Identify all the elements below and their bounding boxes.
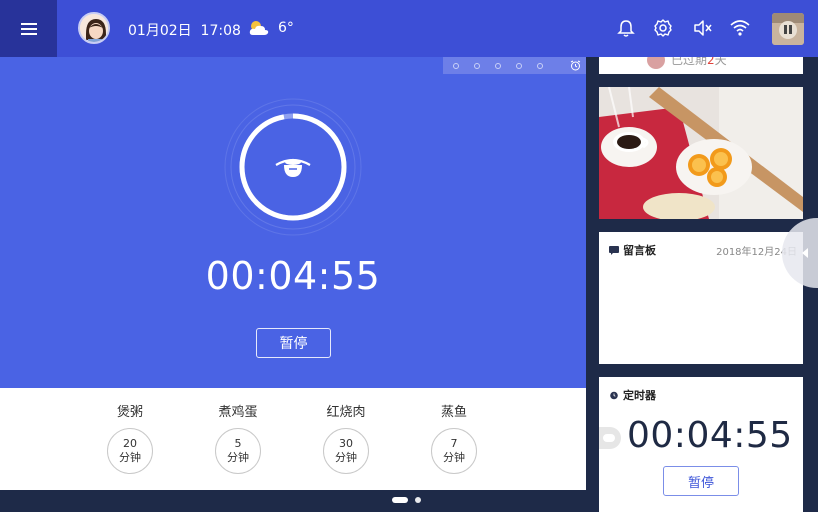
reminder-expired-text: 已过期2天 [671, 57, 727, 68]
gear-icon[interactable] [652, 17, 674, 39]
cloud-sun-icon [249, 21, 269, 35]
preset-minutes: 7 [450, 437, 458, 450]
preset-unit: 分钟 [443, 451, 465, 464]
alarm-dots-strip[interactable] [443, 57, 586, 74]
top-bar: 01月02日 17:08 6° [0, 0, 818, 57]
preset-boiled-egg[interactable]: 煮鸡蛋 5 分钟 [203, 404, 273, 474]
alarm-clock-icon [570, 60, 581, 71]
preset-duration: 30 分钟 [323, 428, 369, 474]
bell-icon[interactable] [615, 17, 637, 39]
preset-minutes: 5 [234, 437, 242, 450]
preset-braised-pork[interactable]: 红烧肉 30 分钟 [311, 404, 381, 474]
countdown-display: 00:04:55 [205, 254, 381, 298]
pause-button[interactable]: 暂停 [256, 328, 331, 358]
preset-duration: 20 分钟 [107, 428, 153, 474]
dot-indicator [537, 62, 543, 69]
message-icon [609, 246, 619, 255]
chevron-left-icon [802, 248, 808, 258]
dot-indicator [495, 62, 501, 69]
preset-name: 煲粥 [116, 405, 143, 420]
dot-indicator [453, 62, 459, 69]
page-dot-active[interactable] [392, 497, 408, 503]
expired-label: 已过期 [671, 57, 708, 67]
breakfast-photo [599, 87, 803, 219]
cooking-pot-icon [275, 158, 311, 177]
message-board-card[interactable]: 留言板 2018年12月24日 [599, 232, 803, 364]
toggle-icon [603, 434, 615, 442]
alarm-clock-icon [610, 391, 618, 400]
expired-unit: 天 [714, 57, 727, 67]
dot-indicator [474, 62, 480, 69]
timer-panel: 00:04:55 暂停 [0, 57, 586, 388]
preset-name: 红烧肉 [326, 405, 366, 420]
preset-unit: 分钟 [119, 451, 141, 464]
menu-icon [20, 22, 37, 35]
profile-thumbnail[interactable] [772, 13, 804, 45]
timer-progress-ring [223, 97, 363, 237]
timer-card-toggle[interactable] [599, 427, 621, 449]
reminder-avatar [647, 57, 665, 69]
preset-steamed-fish[interactable]: 蒸鱼 7 分钟 [419, 404, 489, 474]
time-text: 17:08 [200, 23, 241, 39]
temperature-text: 6° [278, 20, 294, 36]
timer-card-title: 定时器 [623, 389, 656, 402]
wifi-icon[interactable] [729, 17, 751, 39]
preset-minutes: 30 [339, 437, 353, 450]
page-dot[interactable] [415, 497, 421, 503]
preset-duration: 7 分钟 [431, 428, 477, 474]
message-board-header: 留言板 [609, 242, 656, 258]
menu-button[interactable] [0, 0, 57, 57]
avatar[interactable] [78, 12, 110, 44]
timer-card-pause-button[interactable]: 暂停 [663, 466, 739, 496]
preset-bar: 煲粥 20 分钟 煮鸡蛋 5 分钟 红烧肉 30 分钟 蒸鱼 7 分钟 [0, 388, 586, 490]
preset-duration: 5 分钟 [215, 428, 261, 474]
timer-card-header: 定时器 [609, 387, 656, 403]
preset-name: 煮鸡蛋 [218, 405, 258, 420]
preset-minutes: 20 [123, 437, 137, 450]
volume-mute-icon[interactable] [692, 17, 714, 39]
timer-card[interactable]: 定时器 00:04:55 暂停 [599, 377, 803, 512]
timer-card-display: 00:04:55 [627, 415, 793, 456]
date-text: 01月02日 [128, 23, 192, 39]
reminder-card[interactable]: 已过期2天 [599, 57, 803, 74]
dot-indicator [516, 62, 522, 69]
preset-congee[interactable]: 煲粥 20 分钟 [95, 404, 165, 474]
preset-unit: 分钟 [227, 451, 249, 464]
photo-card[interactable] [599, 87, 803, 219]
expired-days: 2 [707, 57, 715, 67]
date-time: 01月02日 17:08 [128, 20, 241, 40]
page-indicator [392, 496, 421, 504]
preset-name: 蒸鱼 [440, 405, 467, 420]
preset-unit: 分钟 [335, 451, 357, 464]
message-board-title: 留言板 [623, 244, 656, 257]
